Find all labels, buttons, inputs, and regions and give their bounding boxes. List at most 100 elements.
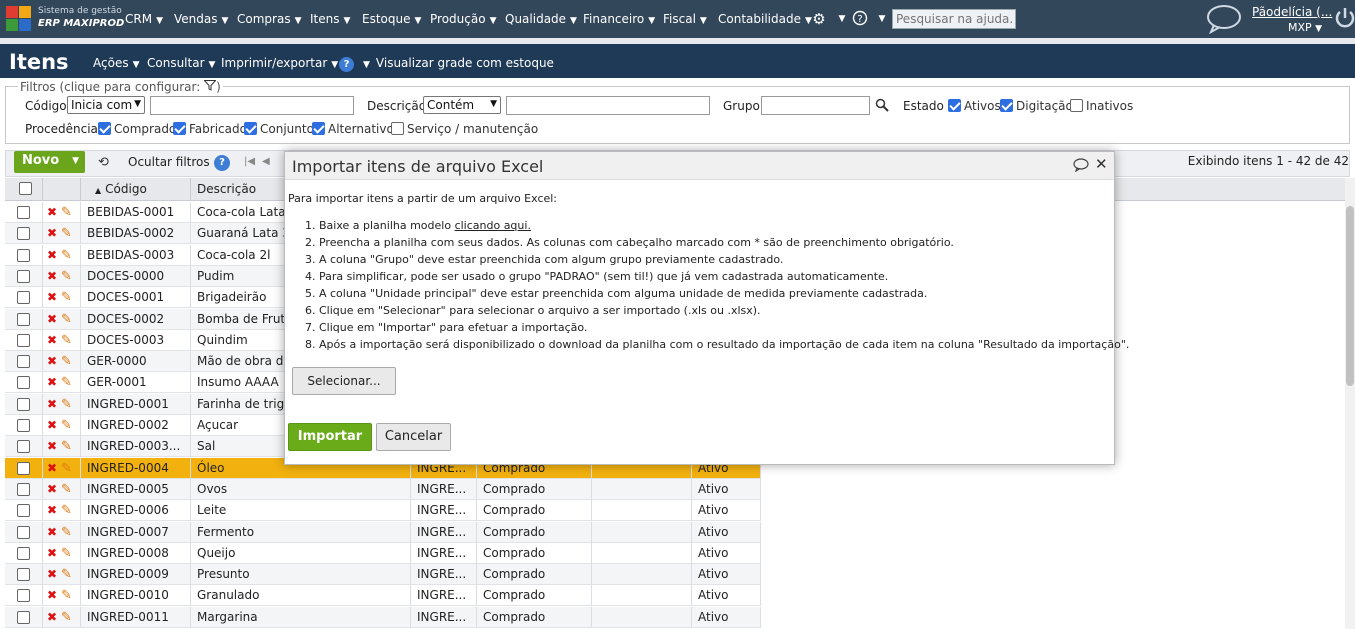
chat-icon[interactable]	[1073, 158, 1089, 172]
descricao-operator-select[interactable]: Contém ▼	[423, 96, 501, 114]
row-checkbox[interactable]	[17, 461, 30, 475]
delete-icon[interactable]: ✖	[47, 226, 57, 240]
chevron-down-icon[interactable]: ▼	[873, 10, 891, 28]
row-checkbox[interactable]	[17, 482, 30, 496]
edit-icon[interactable]: ✎	[61, 397, 72, 412]
menu-qualidade[interactable]: Qualidade ▼	[505, 12, 577, 26]
row-checkbox[interactable]	[17, 291, 30, 305]
row-checkbox[interactable]	[17, 419, 30, 432]
edit-icon[interactable]: ✎	[61, 546, 72, 561]
row-checkbox[interactable]	[17, 333, 30, 347]
delete-icon[interactable]: ✖	[47, 461, 57, 475]
proc-comprado-checkbox[interactable]	[98, 122, 111, 135]
help-icon[interactable]: ?	[339, 57, 354, 72]
row-checkbox[interactable]	[17, 546, 30, 560]
edit-icon[interactable]: ✎	[61, 269, 72, 284]
company-selector[interactable]: MXP ▼	[1288, 21, 1322, 34]
row-checkbox[interactable]	[17, 355, 30, 369]
estado-inativos-checkbox[interactable]	[1070, 99, 1083, 112]
edit-icon[interactable]: ✎	[61, 439, 72, 454]
delete-icon[interactable]: ✖	[47, 397, 57, 411]
delete-icon[interactable]: ✖	[47, 290, 57, 304]
row-checkbox[interactable]	[17, 589, 30, 603]
first-page-icon[interactable]: |◀	[244, 156, 255, 167]
edit-icon[interactable]: ✎	[61, 567, 72, 582]
cancel-button[interactable]: Cancelar	[376, 423, 451, 451]
gear-icon[interactable]: ⚙	[810, 10, 828, 28]
edit-icon[interactable]: ✎	[61, 354, 72, 369]
edit-icon[interactable]: ✎	[61, 248, 72, 263]
menu-crm[interactable]: CRM ▼	[125, 12, 163, 26]
consult-menu[interactable]: Consultar ▼	[147, 56, 215, 70]
delete-icon[interactable]: ✖	[47, 312, 57, 326]
row-checkbox[interactable]	[17, 227, 30, 241]
menu-vendas[interactable]: Vendas ▼	[174, 12, 228, 26]
new-item-button[interactable]: Novo ▼	[14, 151, 85, 173]
delete-icon[interactable]: ✖	[47, 205, 57, 219]
refresh-icon[interactable]: ⟲	[98, 155, 109, 170]
help-icon[interactable]: ?	[214, 155, 230, 171]
estado-digitacao-checkbox[interactable]	[1000, 99, 1013, 112]
proc-fabricado-checkbox[interactable]	[173, 122, 186, 135]
table-row[interactable]: ✖ ✎ INGRED-0011 Margarina INGRE... Comprado At…	[5, 606, 761, 628]
edit-icon[interactable]: ✎	[61, 503, 72, 518]
codigo-operator-select[interactable]: Inicia com ▼	[67, 96, 145, 114]
menu-contabilidade[interactable]: Contabilidade ▼	[718, 12, 812, 26]
grupo-input[interactable]	[761, 96, 870, 115]
scrollbar-thumb[interactable]	[1346, 206, 1354, 386]
delete-icon[interactable]: ✖	[47, 567, 57, 581]
menu-itens[interactable]: Itens ▼	[310, 12, 350, 26]
edit-icon[interactable]: ✎	[61, 226, 72, 241]
edit-icon[interactable]: ✎	[61, 525, 72, 540]
delete-icon[interactable]: ✖	[47, 546, 57, 560]
edit-icon[interactable]: ✎	[61, 375, 72, 390]
table-row[interactable]: ✖ ✎ INGRED-0010 Granulado INGRE... Comprado At…	[5, 585, 761, 607]
import-button[interactable]: Importar	[288, 423, 372, 451]
menu-financeiro[interactable]: Financeiro ▼	[583, 12, 655, 26]
row-checkbox[interactable]	[17, 504, 30, 518]
row-checkbox[interactable]	[17, 568, 30, 582]
codigo-input[interactable]	[150, 96, 354, 115]
table-row[interactable]: ✖ ✎ INGRED-0005 Ovos INGRE... Comprado Ativo	[5, 478, 761, 500]
help-search-input[interactable]	[892, 9, 1016, 29]
row-checkbox[interactable]	[17, 269, 30, 283]
delete-icon[interactable]: ✖	[47, 503, 57, 517]
menu-estoque[interactable]: Estoque ▼	[362, 12, 421, 26]
edit-icon[interactable]: ✎	[61, 482, 72, 497]
menu-fiscal[interactable]: Fiscal ▼	[663, 12, 707, 26]
edit-icon[interactable]: ✎	[61, 333, 72, 348]
delete-icon[interactable]: ✖	[47, 354, 57, 368]
table-row[interactable]: ✖ ✎ INGRED-0006 Leite INGRE... Comprado Ativo	[5, 500, 761, 522]
company-link[interactable]: Pãodelícia (...	[1252, 5, 1332, 19]
delete-icon[interactable]: ✖	[47, 610, 57, 624]
menu-compras[interactable]: Compras ▼	[237, 12, 302, 26]
actions-menu[interactable]: Ações ▼	[93, 56, 140, 70]
filters-legend[interactable]: Filtros (clique para configurar: )	[18, 80, 223, 94]
row-checkbox[interactable]	[17, 440, 30, 454]
menu-producao[interactable]: Produção ▼	[430, 12, 496, 26]
table-row[interactable]: ✖ ✎ INGRED-0009 Presunto INGRE... Comprado Ati…	[5, 564, 761, 586]
print-export-menu[interactable]: Imprimir/exportar ▼	[221, 56, 338, 70]
select-all-checkbox[interactable]	[19, 182, 32, 195]
table-row[interactable]: ✖ ✎ INGRED-0008 Queijo INGRE... Comprado Ativo	[5, 542, 761, 564]
chevron-down-icon[interactable]: ▼	[833, 10, 851, 28]
edit-icon[interactable]: ✎	[61, 418, 72, 433]
search-icon[interactable]	[875, 98, 889, 112]
codigo-header[interactable]: ▲ Código	[81, 178, 191, 201]
row-checkbox[interactable]	[17, 610, 30, 624]
download-template-link[interactable]: clicando aqui.	[455, 219, 531, 232]
edit-icon[interactable]: ✎	[61, 312, 72, 327]
view-grid-menu[interactable]: ▼ Visualizar grade com estoque	[363, 56, 554, 70]
delete-icon[interactable]: ✖	[47, 439, 57, 453]
row-checkbox[interactable]	[17, 312, 30, 326]
delete-icon[interactable]: ✖	[47, 248, 57, 262]
descricao-input[interactable]	[506, 96, 710, 115]
table-scrollbar[interactable]	[1345, 178, 1355, 629]
delete-icon[interactable]: ✖	[47, 333, 57, 347]
proc-alternativo-checkbox[interactable]	[312, 122, 325, 135]
funnel-icon[interactable]	[203, 80, 217, 94]
row-checkbox[interactable]	[17, 206, 30, 219]
proc-conjunto-checkbox[interactable]	[244, 122, 257, 135]
row-checkbox[interactable]	[17, 525, 30, 539]
edit-icon[interactable]: ✎	[61, 588, 72, 603]
